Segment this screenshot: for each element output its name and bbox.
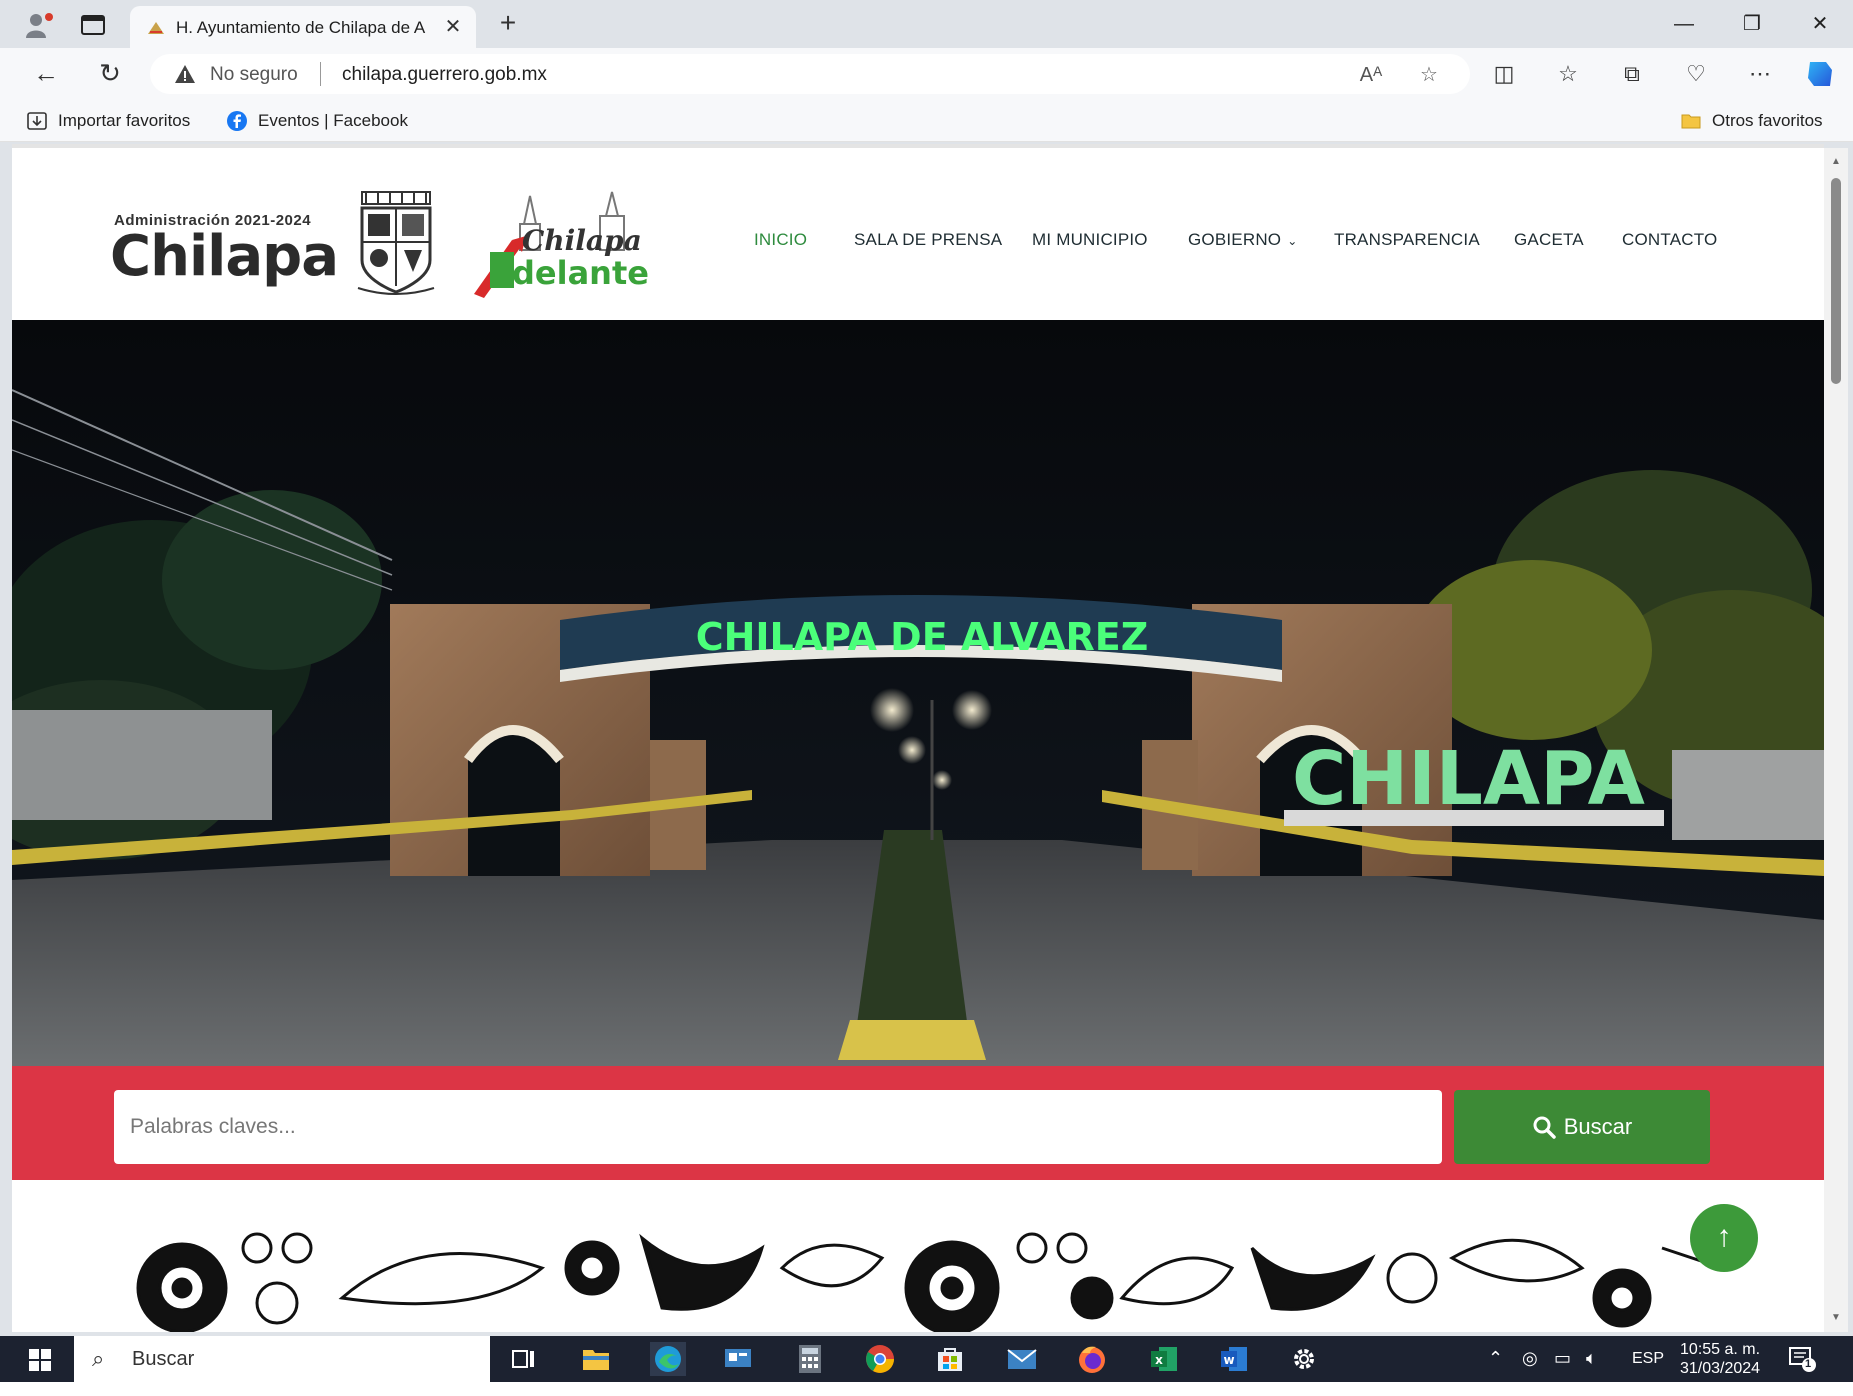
svg-text:delante: delante xyxy=(512,254,649,292)
file-explorer-icon[interactable] xyxy=(578,1342,614,1376)
favorites-bar: Importar favoritos Eventos | Facebook Ot… xyxy=(0,100,1853,142)
nav-contacto[interactable]: CONTACTO xyxy=(1622,230,1717,250)
clock-date: 31/03/2024 xyxy=(1680,1360,1761,1377)
chilapa-letters-sign: CHILAPA xyxy=(1292,736,1645,822)
favorite-import[interactable]: Importar favoritos xyxy=(26,110,190,132)
windows-taskbar: ⌕ Buscar x w ⌃ ◎ ▭ 🔈︎ ESP 10:55 a. m. 31… xyxy=(0,1336,1853,1382)
site-favicon-icon xyxy=(148,22,164,34)
tab-close-icon[interactable]: ✕ xyxy=(442,16,464,38)
taskbar-search[interactable]: ⌕ Buscar xyxy=(74,1336,490,1382)
address-toolbar: ← ↻ No seguro chilapa.guerrero.gob.mx A͏… xyxy=(0,48,1853,100)
chrome-icon[interactable] xyxy=(862,1342,898,1376)
page-scrollbar[interactable]: ▲ ▼ xyxy=(1824,148,1848,1332)
divider xyxy=(320,62,321,86)
import-icon xyxy=(27,112,47,130)
notification-count: 1 xyxy=(1805,1358,1812,1370)
nav-gobierno[interactable]: GOBIERNO ⌄ xyxy=(1188,230,1298,250)
favorites-list-icon[interactable]: ☆ xyxy=(1552,58,1584,90)
scrollbar-thumb[interactable] xyxy=(1831,178,1841,384)
nav-inicio[interactable]: INICIO xyxy=(754,230,807,250)
store-icon[interactable] xyxy=(932,1342,968,1376)
site-header: Administración 2021-2024 Chilapa Chilapa… xyxy=(12,158,1824,320)
decorative-pattern xyxy=(122,1208,1722,1332)
language-indicator[interactable]: ESP xyxy=(1632,1350,1664,1396)
page-viewport: Administración 2021-2024 Chilapa Chilapa… xyxy=(12,148,1824,1332)
svg-text:x: x xyxy=(1155,1353,1163,1367)
nav-transparencia[interactable]: TRANSPARENCIA xyxy=(1334,230,1480,250)
mail-icon[interactable] xyxy=(1004,1342,1040,1376)
settings-gear-icon[interactable] xyxy=(1286,1342,1322,1376)
calculator-icon[interactable] xyxy=(792,1342,828,1376)
tab-strip: H. Ayuntamiento de Chilapa de A ✕ + — ❐ … xyxy=(0,0,1853,48)
favorite-label: Eventos | Facebook xyxy=(258,111,408,130)
windows-start-icon[interactable] xyxy=(28,1348,52,1372)
taskbar-clock[interactable]: 10:55 a. m. 31/03/2024 xyxy=(1680,1340,1760,1378)
other-favorites[interactable]: Otros favoritos xyxy=(1680,110,1823,132)
chevron-down-icon: ⌄ xyxy=(1287,234,1298,248)
read-aloud-icon[interactable]: A͏ᴬ xyxy=(1358,62,1384,88)
copilot-icon[interactable] xyxy=(1802,56,1838,92)
warning-icon[interactable] xyxy=(174,64,196,84)
refresh-icon[interactable]: ↻ xyxy=(94,58,126,90)
volume-icon[interactable]: 🔈︎ xyxy=(1586,1348,1597,1394)
nav-gobierno-label: GOBIERNO xyxy=(1188,230,1282,249)
scroll-up-icon[interactable]: ▲ xyxy=(1830,156,1842,168)
scroll-down-icon[interactable]: ▼ xyxy=(1830,1312,1842,1324)
coat-of-arms-icon xyxy=(357,191,435,295)
facebook-icon xyxy=(227,111,247,131)
hero-photo: CHILAPA DE ALVAREZ CHILAPA xyxy=(12,320,1824,1066)
meet-now-icon[interactable]: ◎ xyxy=(1522,1348,1538,1394)
window-close-icon[interactable]: ✕ xyxy=(1800,10,1840,38)
logo-name-text[interactable]: Chilapa xyxy=(110,224,339,289)
more-menu-icon[interactable]: ⋯ xyxy=(1744,58,1776,90)
svg-text:w: w xyxy=(1223,1353,1234,1367)
network-icon[interactable]: ▭ xyxy=(1554,1348,1571,1394)
tab-actions-icon[interactable] xyxy=(80,14,106,36)
folk-art-pattern xyxy=(136,1232,1722,1332)
favorite-star-icon[interactable]: ☆ xyxy=(1416,62,1442,88)
restore-icon[interactable]: ❐ xyxy=(1732,10,1772,38)
task-view-icon[interactable] xyxy=(506,1342,542,1376)
taskbar-search-text: Buscar xyxy=(132,1348,195,1370)
search-icon xyxy=(1533,1116,1556,1139)
clock-time: 10:55 a. m. xyxy=(1680,1341,1761,1358)
minimize-icon[interactable]: — xyxy=(1664,10,1704,38)
back-arrow-icon[interactable]: ← xyxy=(30,58,62,90)
control-panel-icon[interactable] xyxy=(720,1342,756,1376)
search-button[interactable]: Buscar xyxy=(1454,1090,1710,1164)
search-icon: ⌕ xyxy=(92,1346,105,1371)
browser-essentials-icon[interactable]: ♡ xyxy=(1680,58,1712,90)
search-button-label: Buscar xyxy=(1563,1114,1633,1139)
folder-icon xyxy=(1681,114,1701,129)
back-to-top-button[interactable]: ↑ xyxy=(1690,1204,1758,1272)
svg-text:Chilapa: Chilapa xyxy=(522,224,642,257)
nav-sala-de-prensa[interactable]: SALA DE PRENSA xyxy=(854,230,1002,250)
show-hidden-icons[interactable]: ⌃ xyxy=(1488,1348,1503,1394)
arch-sign-text: CHILAPA DE ALVAREZ xyxy=(696,615,1149,659)
hero-image: CHILAPA DE ALVAREZ CHILAPA xyxy=(12,320,1824,1066)
new-tab-button[interactable]: + xyxy=(494,9,522,38)
favorite-facebook[interactable]: Eventos | Facebook xyxy=(226,110,408,132)
collections-icon[interactable]: ⧉ xyxy=(1616,58,1648,90)
browser-window: H. Ayuntamiento de Chilapa de A ✕ + — ❐ … xyxy=(0,0,1853,1382)
edge-icon[interactable] xyxy=(650,1342,686,1376)
nav-gaceta[interactable]: GACETA xyxy=(1514,230,1584,250)
word-icon[interactable]: w xyxy=(1216,1342,1252,1376)
address-bar[interactable]: No seguro chilapa.guerrero.gob.mx A͏ᴬ ☆ xyxy=(150,54,1470,94)
adelante-logo: Chilapa delante xyxy=(474,191,649,298)
security-label[interactable]: No seguro xyxy=(210,64,298,86)
favorite-label: Importar favoritos xyxy=(58,111,191,130)
firefox-icon[interactable] xyxy=(1074,1342,1110,1376)
tab-active[interactable]: H. Ayuntamiento de Chilapa de A ✕ xyxy=(130,6,476,48)
keyword-search-input[interactable] xyxy=(114,1090,1442,1164)
search-band: Buscar xyxy=(12,1066,1824,1180)
url-text[interactable]: chilapa.guerrero.gob.mx xyxy=(342,64,547,86)
profile-icon[interactable] xyxy=(24,12,54,38)
other-favorites-label: Otros favoritos xyxy=(1712,111,1823,130)
notification-center-icon[interactable]: 1 xyxy=(1788,1346,1818,1374)
nav-mi-municipio[interactable]: MI MUNICIPIO xyxy=(1032,230,1148,250)
tab-title: H. Ayuntamiento de Chilapa de A xyxy=(176,18,426,37)
excel-icon[interactable]: x xyxy=(1146,1342,1182,1376)
split-screen-icon[interactable]: ◫ xyxy=(1488,58,1520,90)
